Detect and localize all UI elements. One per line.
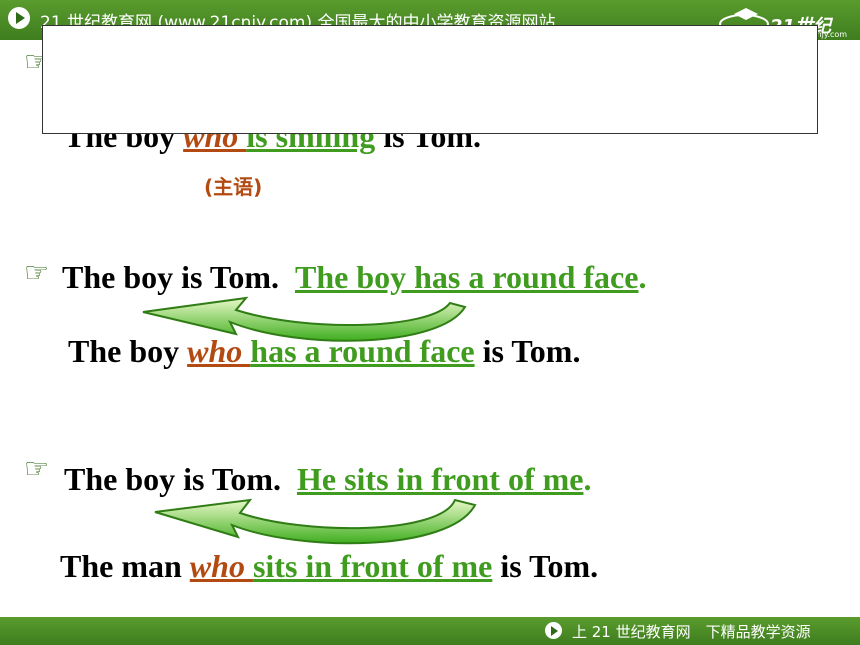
bottom-banner: 上 21 世纪教育网 下精品教学资源 [0, 617, 860, 645]
curved-arrow-icon [142, 296, 467, 342]
curved-arrow-icon [154, 498, 477, 545]
footer-text: 上 21 世纪教育网 下精品教学资源 [572, 623, 811, 641]
play-icon[interactable] [545, 622, 562, 639]
blank-overlay-box [42, 25, 818, 134]
